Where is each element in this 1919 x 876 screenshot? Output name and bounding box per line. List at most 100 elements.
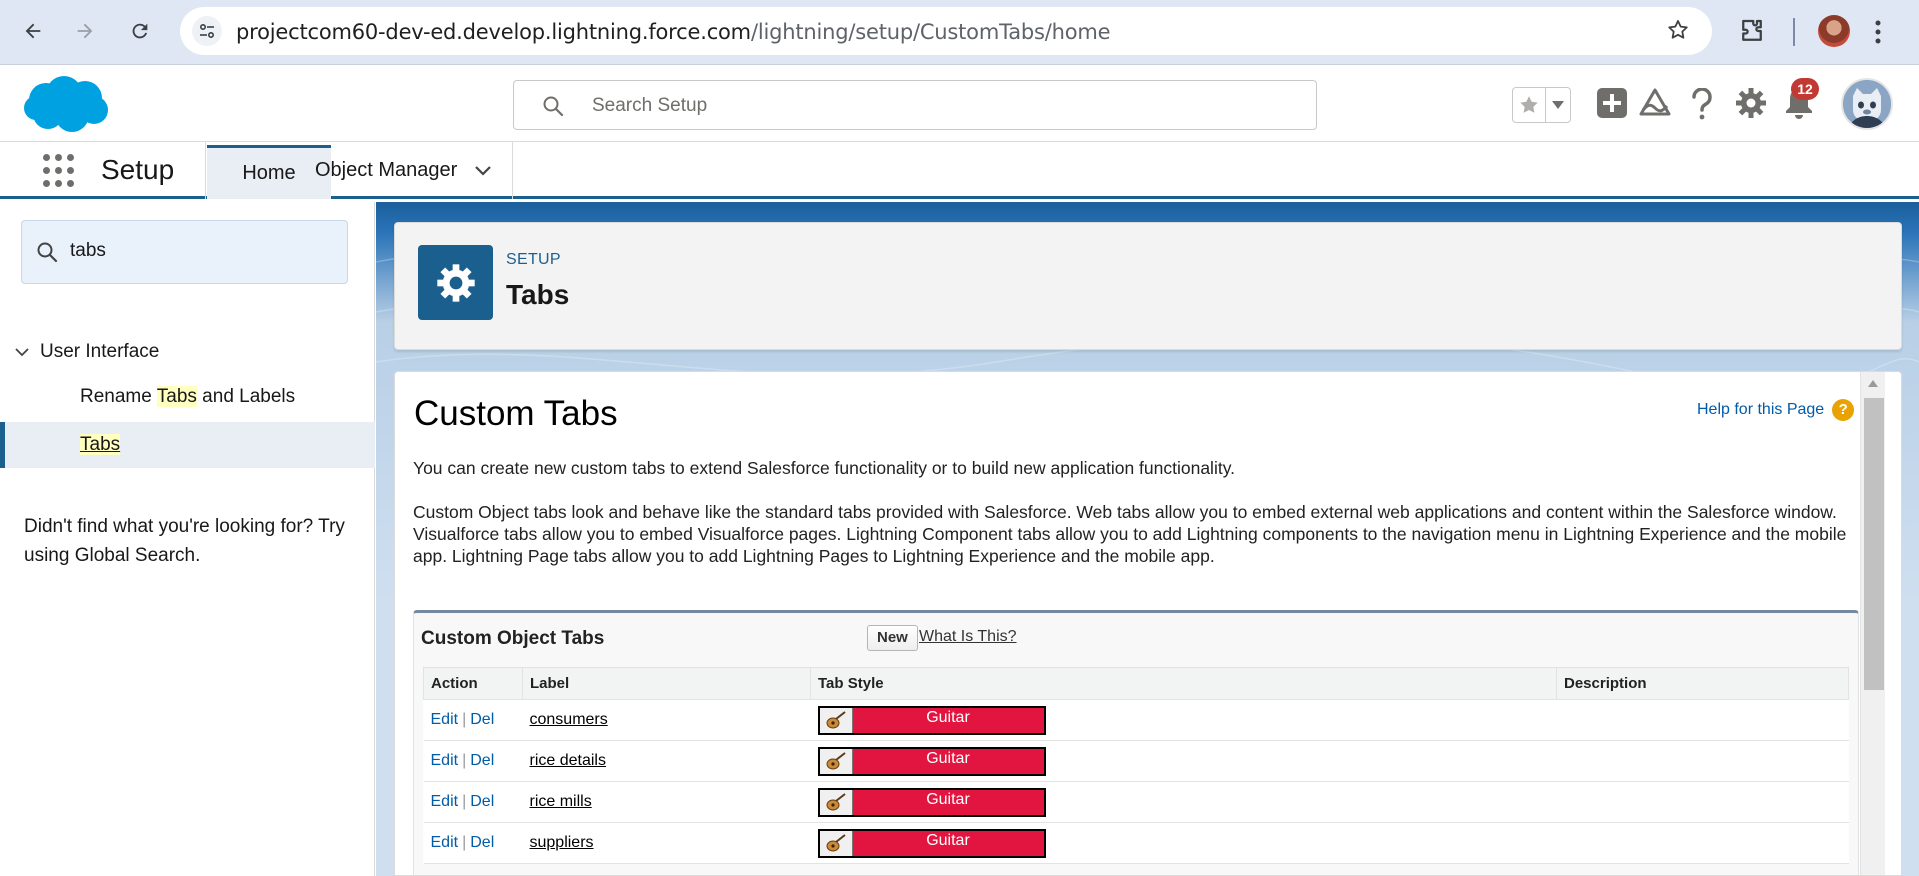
profile-avatar[interactable] [1818, 15, 1850, 47]
row-tab-style-cell: Guitar [810, 781, 1557, 823]
app-nav-divider [205, 142, 206, 199]
custom-object-tabs-section: Custom Object Tabs New What Is This? Act… [413, 610, 1859, 875]
edit-link[interactable]: Edit [431, 752, 459, 769]
help-link-label: Help for this Page [1697, 401, 1825, 418]
edit-link[interactable]: Edit [431, 834, 459, 851]
delete-link[interactable]: Del [470, 793, 494, 810]
guitar-icon [819, 748, 853, 774]
column-header-label: Label [522, 667, 811, 700]
notification-count-badge: 12 [1791, 78, 1819, 100]
reload-button[interactable] [121, 12, 159, 50]
content-scrollbar[interactable] [1860, 372, 1885, 875]
toolbar-divider [1793, 18, 1795, 46]
site-info-icon[interactable] [192, 16, 222, 46]
favorites-dropdown-icon[interactable] [1546, 88, 1570, 122]
tab-style-name: Guitar [926, 749, 970, 767]
help-icon[interactable] [1691, 87, 1713, 125]
guitar-icon [819, 830, 853, 856]
row-actions: Edit | Del [423, 699, 523, 741]
row-label-cell: rice details [522, 740, 811, 782]
page-header: SETUP Tabs [394, 222, 1902, 350]
row-tab-style-cell: Guitar [810, 822, 1557, 864]
help-for-this-page-link[interactable]: Help for this Page ? [1697, 399, 1855, 421]
tab-style-name: Guitar [926, 790, 970, 808]
app-nav-divider [512, 142, 513, 199]
table-header-row: Action Label Tab Style Description [423, 667, 1849, 700]
setup-sidebar: tabs User Interface Rename Tabs and Labe… [0, 202, 375, 876]
tab-style-name: Guitar [926, 831, 970, 849]
quick-find-box[interactable]: tabs [21, 220, 348, 284]
user-avatar[interactable] [1841, 78, 1893, 130]
search-icon [543, 96, 564, 117]
detail-paragraph: Custom Object tabs look and behave like … [413, 502, 1847, 566]
row-actions: Edit | Del [423, 740, 523, 782]
row-actions: Edit | Del [423, 781, 523, 823]
quick-find-input[interactable]: tabs [70, 240, 106, 262]
tab-style-swatch: Guitar [817, 746, 1046, 776]
edit-link[interactable]: Edit [431, 711, 459, 728]
setup-search-input[interactable] [592, 93, 1192, 119]
favorite-star-icon[interactable] [1513, 88, 1546, 122]
tab-style-name: Guitar [926, 708, 970, 726]
table-row: Edit | Del rice mills Guitar [423, 781, 1849, 823]
app-launcher-icon[interactable] [43, 154, 77, 188]
tab-label-link[interactable]: suppliers [530, 834, 594, 851]
tree-group-user-interface[interactable]: User Interface [0, 332, 375, 372]
sidebar-item-tabs[interactable]: Tabs [0, 422, 375, 468]
action-separator: | [462, 752, 467, 769]
url-text[interactable]: projectcom60-dev-ed.develop.lightning.fo… [236, 20, 1111, 44]
setup-search-box[interactable] [513, 80, 1317, 130]
sidebar-item-rename-tabs-and-labels[interactable]: Rename Tabs and Labels [0, 374, 375, 420]
row-tab-style-cell: Guitar [810, 699, 1557, 741]
sidebar-item-label: Rename Tabs and Labels [80, 386, 296, 407]
scroll-up-icon[interactable] [1868, 380, 1878, 387]
delete-link[interactable]: Del [470, 752, 494, 769]
arrow-right-icon [77, 23, 93, 39]
page-eyebrow: SETUP [506, 251, 561, 268]
table-row: Edit | Del consumers Guitar [423, 699, 1849, 741]
intro-paragraph: You can create new custom tabs to extend… [413, 458, 1236, 478]
tab-label-link[interactable]: rice details [530, 752, 606, 769]
row-description-cell [1556, 699, 1849, 741]
global-header: 12 [0, 66, 1919, 142]
forward-button[interactable] [66, 12, 104, 50]
tab-object-manager[interactable]: Object Manager [315, 142, 457, 199]
salesforce-logo[interactable] [22, 74, 110, 141]
browser-menu-icon[interactable] [1873, 18, 1883, 51]
new-custom-tab-button[interactable]: New [867, 625, 918, 651]
tab-label-link[interactable]: rice mills [530, 793, 592, 810]
url-path: /lightning/setup/CustomTabs/home [750, 20, 1111, 44]
tab-style-swatch: Guitar [817, 828, 1046, 858]
help-question-icon: ? [1832, 399, 1855, 421]
delete-link[interactable]: Del [470, 711, 494, 728]
extensions-icon[interactable] [1737, 16, 1767, 51]
row-actions: Edit | Del [423, 822, 523, 864]
table-row: Edit | Del rice details Guitar [423, 740, 1849, 782]
edit-link[interactable]: Edit [431, 793, 459, 810]
app-navigation-bar: Setup Home Object Manager [0, 142, 1919, 199]
scrollbar-thumb[interactable] [1864, 398, 1884, 690]
action-separator: | [462, 834, 467, 851]
global-actions-icon[interactable] [1597, 88, 1627, 123]
row-description-cell [1556, 740, 1849, 782]
row-description-cell [1556, 822, 1849, 864]
tab-style-swatch: Guitar [817, 787, 1046, 817]
delete-link[interactable]: Del [470, 834, 494, 851]
guitar-icon [819, 789, 853, 815]
what-is-this-link[interactable]: What Is This? [919, 628, 1017, 646]
row-label-cell: consumers [522, 699, 811, 741]
chevron-down-icon[interactable] [472, 159, 494, 186]
content-card: Custom Tabs Help for this Page ? You can… [394, 371, 1902, 876]
trailhead-guidance-icon[interactable] [1639, 88, 1671, 123]
tab-label-link[interactable]: consumers [530, 711, 608, 728]
back-button[interactable] [14, 12, 52, 50]
chevron-down-icon[interactable] [14, 344, 30, 360]
search-highlight: Tabs [80, 434, 121, 455]
column-header-description: Description [1556, 667, 1849, 700]
address-bar[interactable]: projectcom60-dev-ed.develop.lightning.fo… [180, 7, 1712, 55]
bookmark-star-icon[interactable] [1666, 18, 1690, 47]
url-host: projectcom60-dev-ed.develop.lightning.fo… [236, 20, 751, 44]
tab-home[interactable]: Home [207, 145, 331, 199]
setup-gear-icon[interactable] [1736, 88, 1766, 123]
reload-icon [132, 23, 148, 39]
